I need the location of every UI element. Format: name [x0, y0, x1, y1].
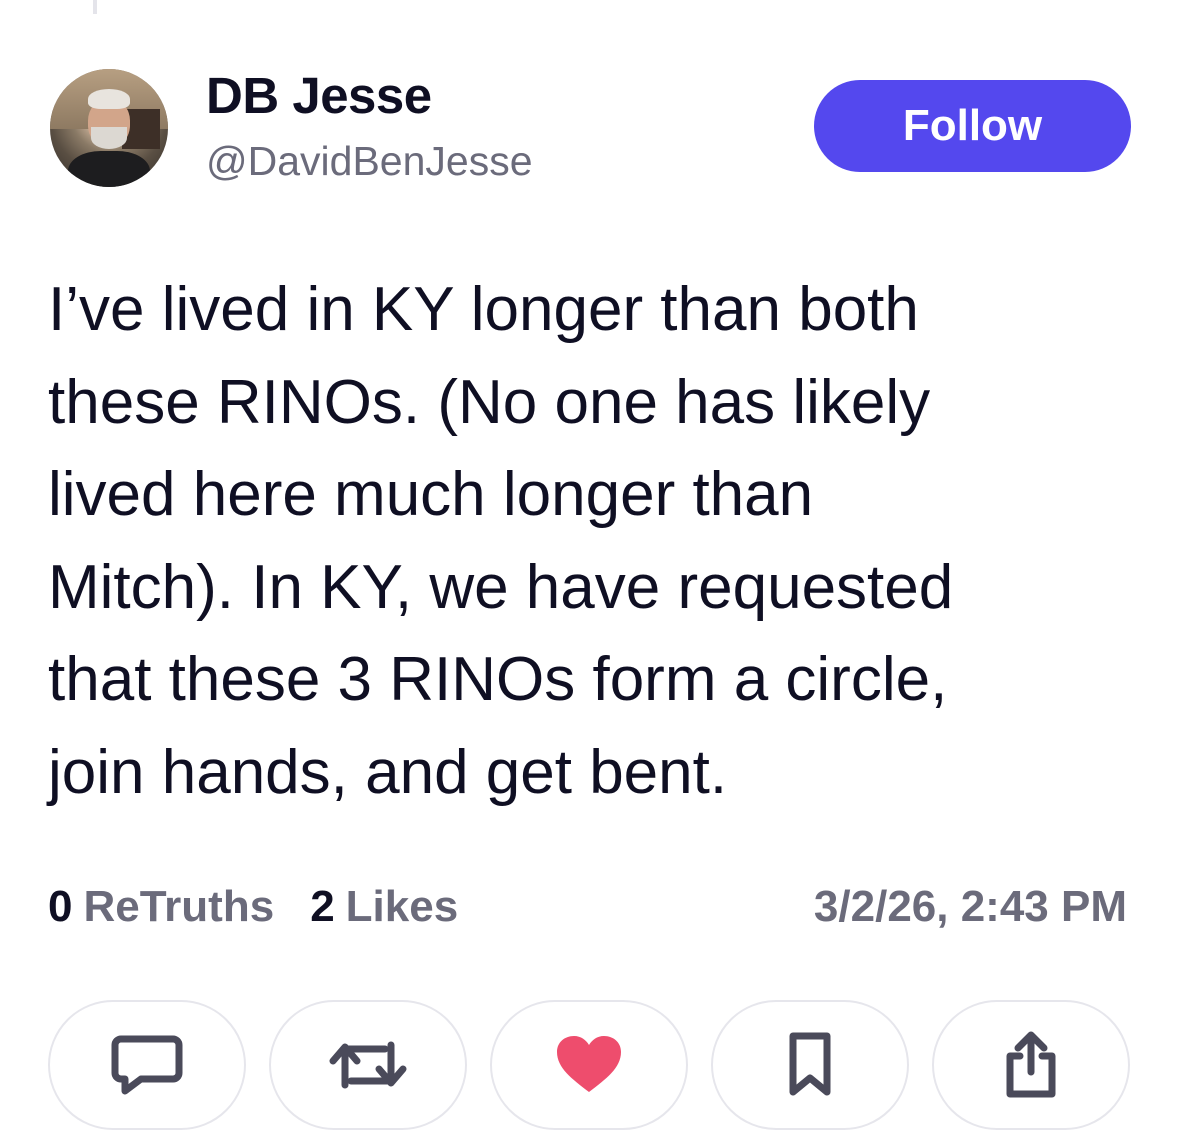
avatar-beard — [91, 127, 127, 149]
retruth-button[interactable] — [269, 1000, 467, 1130]
likes-count: 2 — [310, 882, 335, 931]
bookmark-icon — [789, 1032, 831, 1096]
action-bar — [48, 1000, 1130, 1130]
post-text: I’ve lived in KY longer than both these … — [48, 275, 954, 807]
reply-button[interactable] — [48, 1000, 246, 1130]
likes-stat[interactable]: 2 Likes — [310, 882, 458, 932]
author-handle[interactable]: @DavidBenJesse — [206, 138, 533, 185]
bookmark-button[interactable] — [711, 1000, 909, 1130]
retruth-icon — [329, 1041, 407, 1089]
post-stats: 0 ReTruths 2 Likes — [48, 882, 458, 932]
heart-icon — [557, 1036, 621, 1092]
like-button[interactable] — [490, 1000, 688, 1130]
retruths-stat[interactable]: 0 ReTruths — [48, 882, 274, 932]
share-icon — [1006, 1031, 1056, 1098]
author-display-name[interactable]: DB Jesse — [206, 66, 432, 125]
avatar[interactable] — [50, 69, 168, 187]
likes-label: Likes — [345, 882, 459, 931]
post-timestamp: 3/2/26, 2:43 PM — [813, 882, 1127, 931]
avatar-hair — [88, 89, 130, 109]
avatar-shirt — [68, 151, 150, 187]
retruths-label: ReTruths — [83, 882, 275, 931]
share-button[interactable] — [932, 1000, 1130, 1130]
retruths-count: 0 — [48, 882, 73, 931]
thread-connector-line — [93, 0, 97, 14]
follow-button[interactable]: Follow — [814, 80, 1131, 172]
comment-icon — [111, 1035, 183, 1095]
